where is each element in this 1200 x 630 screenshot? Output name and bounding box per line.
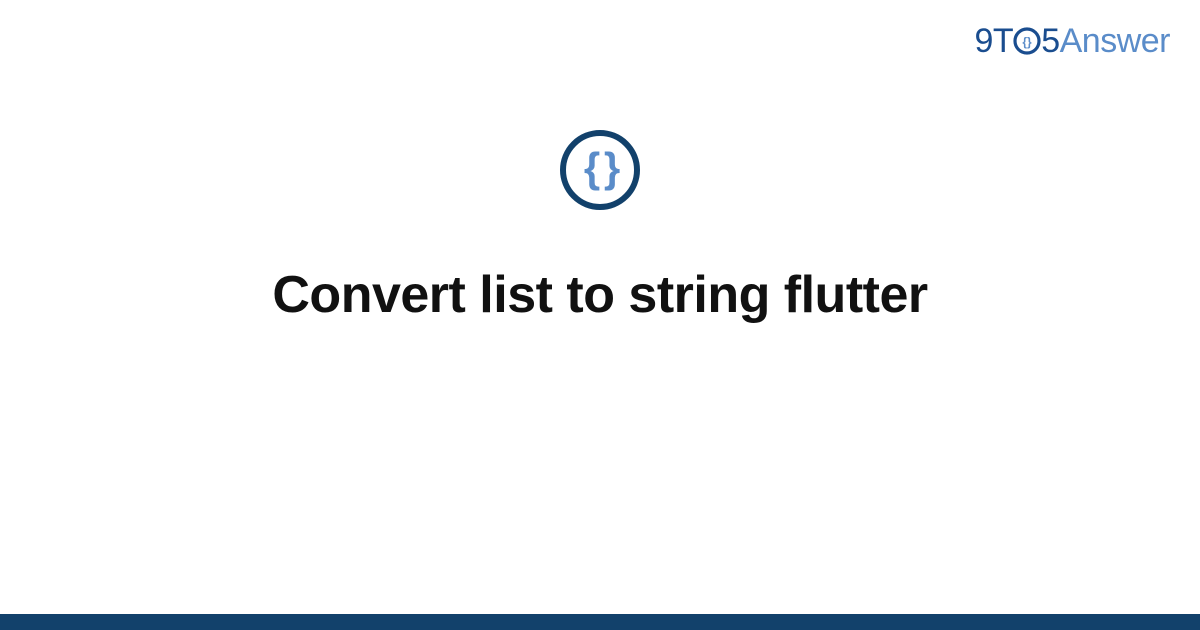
brand-text-answer: Answer (1060, 22, 1170, 61)
code-braces-icon: { } (584, 144, 616, 192)
brand-logo[interactable]: 9T {} 5 Answer (975, 22, 1170, 61)
brand-text-5: 5 (1041, 22, 1059, 61)
svg-text:{}: {} (1023, 35, 1033, 49)
topic-icon-ring: { } (560, 130, 640, 210)
page-title: Convert list to string flutter (272, 265, 927, 325)
bottom-accent-bar (0, 614, 1200, 630)
brand-text-9t: 9T (975, 22, 1014, 61)
main-content: { } Convert list to string flutter (0, 130, 1200, 325)
brand-o-icon: {} (1012, 26, 1042, 56)
